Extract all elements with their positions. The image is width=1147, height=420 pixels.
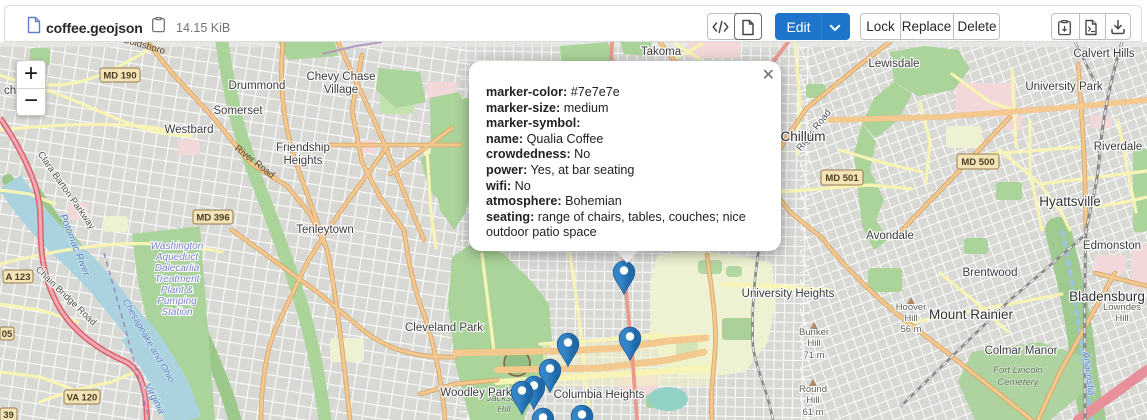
svg-text:Chevy Chase: Chevy Chase bbox=[306, 71, 375, 83]
svg-text:Lewisdale: Lewisdale bbox=[868, 58, 919, 70]
svg-text:56 m: 56 m bbox=[900, 324, 921, 335]
svg-text:University Park: University Park bbox=[1025, 81, 1103, 93]
svg-text:Fort Lincoln: Fort Lincoln bbox=[993, 365, 1043, 376]
svg-text:Columbia Heights: Columbia Heights bbox=[554, 389, 645, 401]
svg-text:Hill: Hill bbox=[497, 404, 511, 415]
svg-text:Heights: Heights bbox=[284, 155, 323, 167]
svg-text:Hill: Hill bbox=[806, 395, 819, 406]
svg-text:University Heights: University Heights bbox=[742, 288, 835, 300]
svg-text:MD 501: MD 501 bbox=[825, 173, 859, 184]
svg-text:Riverdale: Riverdale bbox=[1094, 141, 1143, 153]
svg-text:Westbard: Westbard bbox=[164, 124, 213, 136]
svg-text:Station: Station bbox=[161, 307, 193, 318]
svg-text:Cleveland Park: Cleveland Park bbox=[405, 322, 483, 334]
svg-text:Takoma: Takoma bbox=[641, 46, 682, 58]
svg-text:MD 396: MD 396 bbox=[196, 213, 229, 224]
svg-text:Friendship: Friendship bbox=[276, 142, 330, 154]
svg-text:Mount Rainier: Mount Rainier bbox=[929, 307, 1014, 322]
svg-text:Avondale: Avondale bbox=[866, 230, 914, 242]
svg-text:Hill: Hill bbox=[1115, 313, 1128, 324]
svg-text:Edmonston: Edmonston bbox=[1083, 240, 1141, 252]
svg-text:Plant &: Plant & bbox=[161, 285, 194, 296]
svg-text:ch: ch bbox=[4, 85, 16, 97]
svg-text:Treatment: Treatment bbox=[155, 274, 201, 285]
svg-text:Lowndes: Lowndes bbox=[1103, 302, 1141, 313]
svg-text:71 m: 71 m bbox=[803, 350, 824, 361]
svg-text:MD 190: MD 190 bbox=[103, 71, 136, 82]
svg-text:Dalecarlia: Dalecarlia bbox=[155, 263, 200, 274]
svg-text:Hyattsville: Hyattsville bbox=[1039, 194, 1101, 209]
svg-text:Hill: Hill bbox=[904, 313, 917, 324]
svg-text:Village: Village bbox=[324, 84, 358, 96]
svg-text:Tenleytown: Tenleytown bbox=[296, 224, 354, 236]
svg-text:39: 39 bbox=[3, 410, 14, 420]
svg-text:A 123: A 123 bbox=[6, 272, 31, 283]
svg-text:Drummond: Drummond bbox=[229, 80, 286, 92]
svg-text:Pumping: Pumping bbox=[157, 296, 197, 307]
svg-text:05: 05 bbox=[2, 329, 13, 340]
svg-text:MD 500: MD 500 bbox=[961, 157, 994, 168]
svg-text:VA 120: VA 120 bbox=[67, 393, 98, 404]
svg-text:Calvert Hills: Calvert Hills bbox=[1073, 48, 1135, 60]
svg-text:Chillum: Chillum bbox=[780, 129, 825, 144]
svg-text:Hill: Hill bbox=[807, 338, 820, 349]
svg-text:Colmar Manor: Colmar Manor bbox=[985, 345, 1058, 357]
svg-text:Somerset: Somerset bbox=[213, 105, 263, 117]
svg-text:Washington: Washington bbox=[151, 241, 204, 252]
svg-text:Cemetery: Cemetery bbox=[997, 377, 1039, 388]
svg-text:61 m: 61 m bbox=[802, 407, 823, 418]
svg-text:Woodley Park: Woodley Park bbox=[440, 387, 512, 399]
svg-text:Aqueduct: Aqueduct bbox=[155, 252, 199, 263]
svg-text:Brentwood: Brentwood bbox=[963, 267, 1018, 279]
